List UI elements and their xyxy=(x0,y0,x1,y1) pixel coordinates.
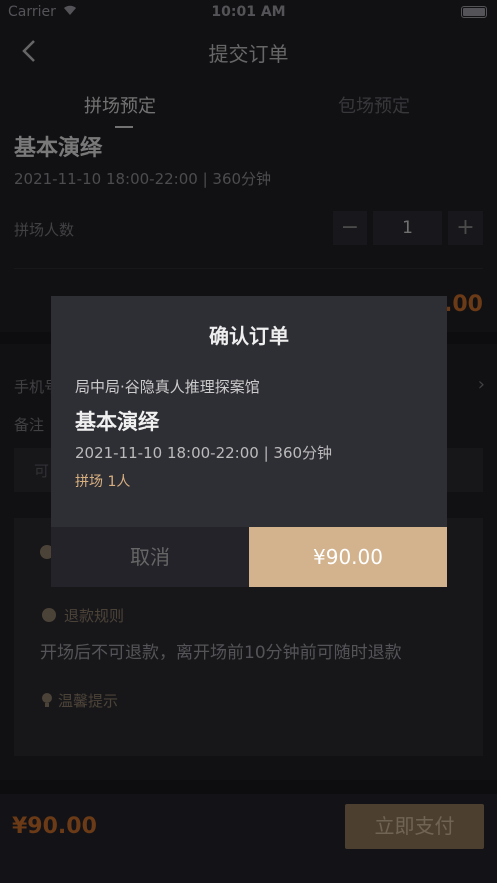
dialog-show-title: 基本演绎 xyxy=(75,410,159,434)
dialog-show-time: 2021-11-10 18:00-22:00 | 360分钟 xyxy=(75,444,333,462)
cancel-button[interactable]: 取消 xyxy=(51,527,249,587)
confirm-pay-button[interactable]: ¥90.00 xyxy=(249,527,447,587)
booking-type-tag: 拼场 1人 xyxy=(75,474,131,490)
confirm-order-dialog: 确认订单 局中局·谷隐真人推理探案馆 基本演绎 2021-11-10 18:00… xyxy=(51,296,447,587)
dialog-title: 确认订单 xyxy=(209,324,289,348)
venue-name: 局中局·谷隐真人推理探案馆 xyxy=(75,378,260,396)
